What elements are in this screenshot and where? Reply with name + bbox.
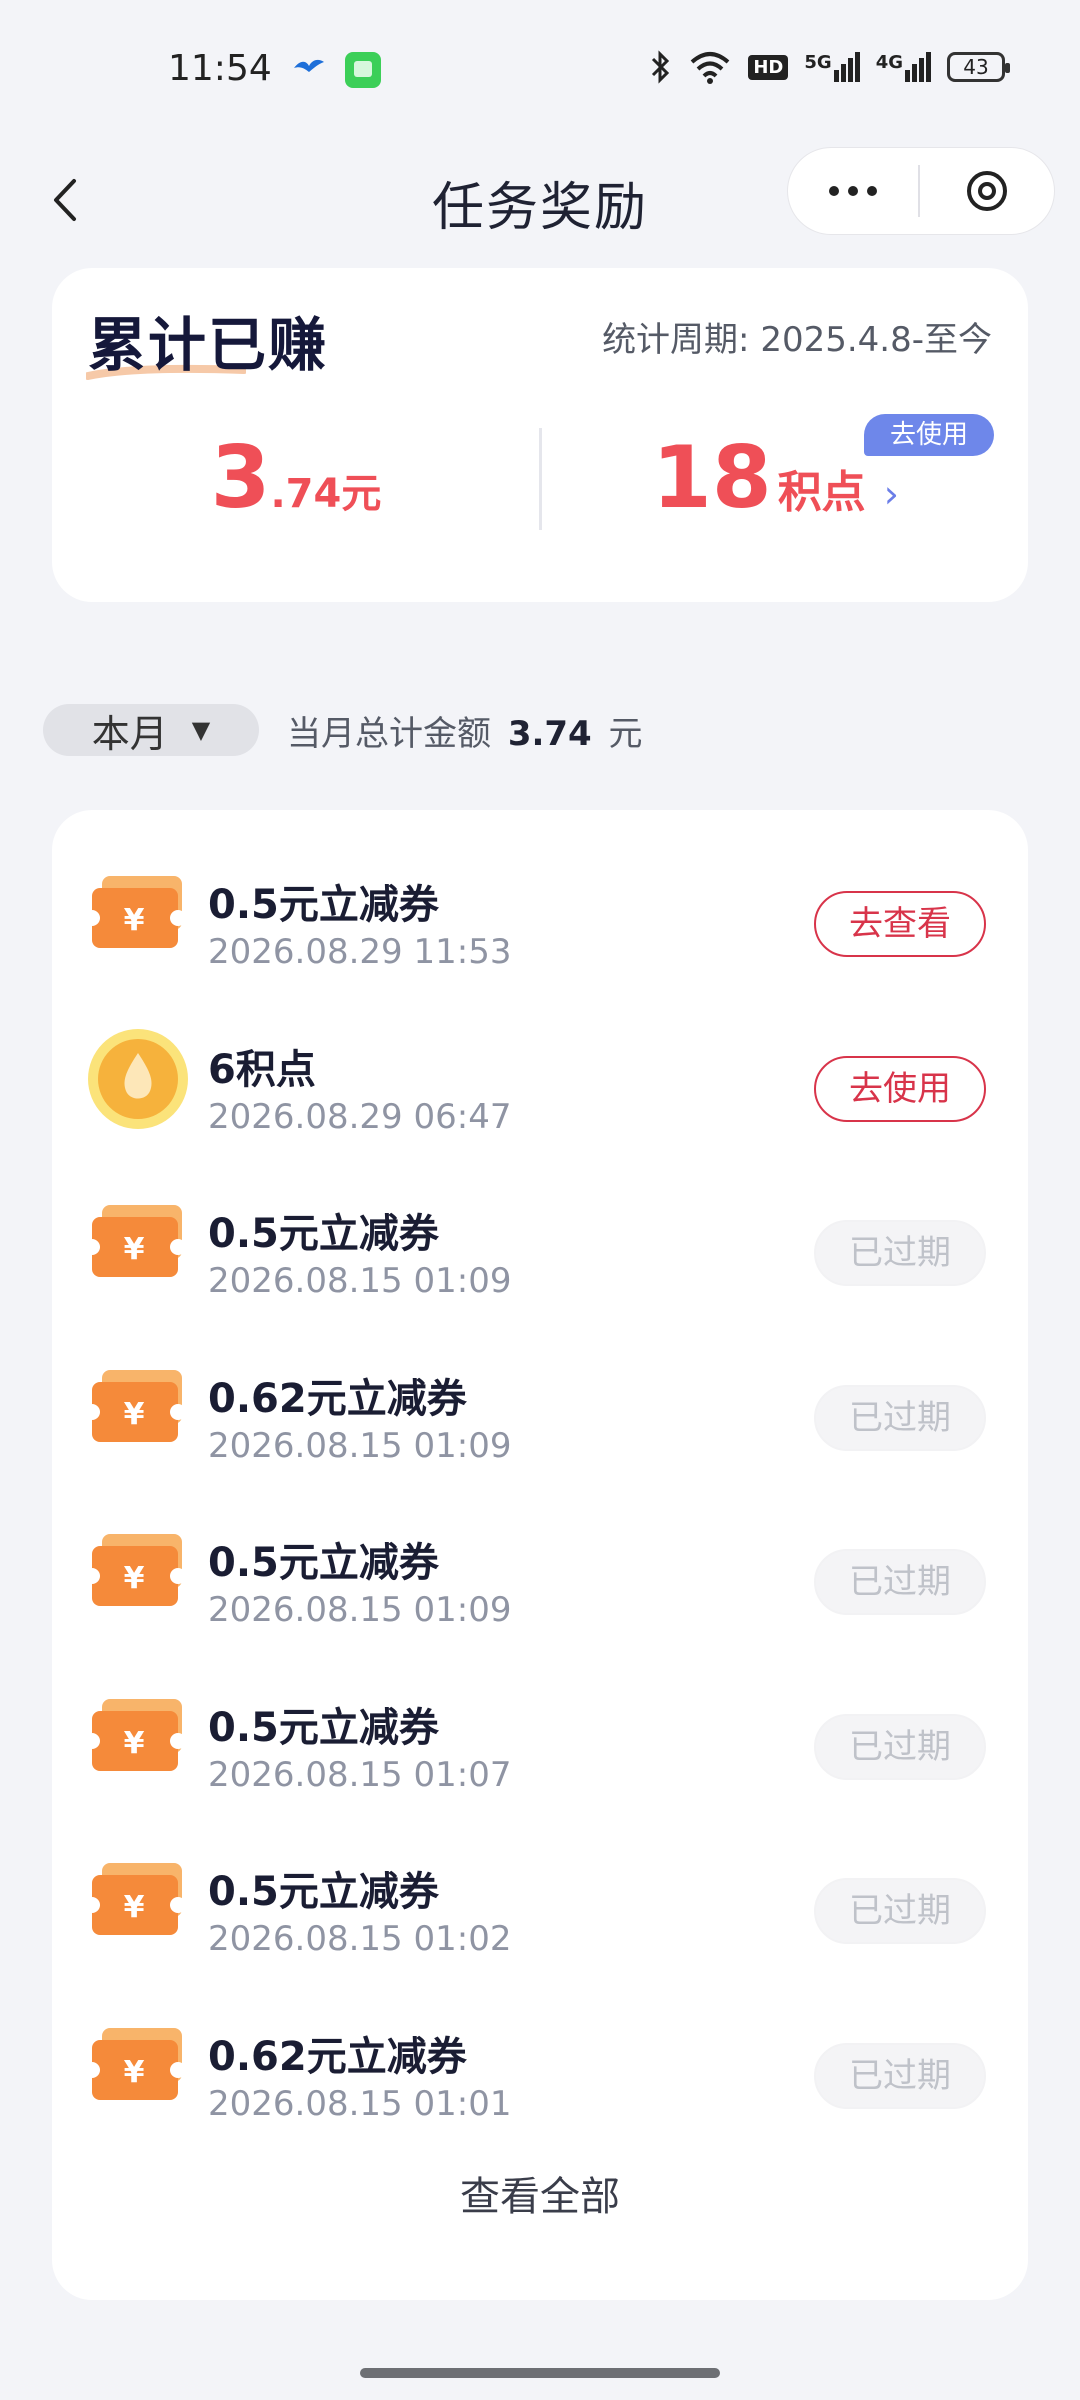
earned-points[interactable]: 18 积点 › — [652, 428, 899, 528]
svg-text:¥: ¥ — [124, 1397, 145, 1432]
svg-text:¥: ¥ — [124, 1726, 145, 1761]
month-select[interactable]: 本月 ▼ — [43, 704, 259, 756]
item-time: 2026.08.15 01:09 — [208, 1425, 512, 1466]
item-title: 0.5元立减券 — [208, 1540, 439, 1586]
signal-5g-icon: 5G — [804, 52, 860, 82]
item-expired-badge: 已过期 — [814, 1878, 986, 1944]
use-points-badge[interactable]: 去使用 — [863, 414, 994, 456]
list-item: ¥0.62元立减券 2026.08.15 01:09 已过期 — [52, 1326, 1028, 1490]
signal-4g-icon: 4G — [876, 52, 931, 82]
caret-down-icon: ▼ — [191, 716, 211, 744]
list-item: ¥0.5元立减券 2026.08.29 11:53 去查看 — [52, 832, 1028, 996]
item-expired-badge: 已过期 — [814, 1549, 986, 1615]
coupon-icon: ¥ — [84, 1695, 190, 1779]
month-total-value: 3.74 — [507, 713, 592, 754]
coupon-icon: ¥ — [84, 1201, 190, 1285]
item-title: 0.62元立减券 — [208, 1375, 467, 1422]
points-unit: 积点 — [777, 467, 866, 518]
item-time: 2026.08.29 06:47 — [208, 1096, 512, 1137]
item-time: 2026.08.15 01:02 — [208, 1919, 512, 1959]
list-item: ¥0.5元立减券 2026.08.15 01:09 已过期 — [52, 1161, 1028, 1325]
item-action-button[interactable]: 去查看 — [814, 891, 986, 957]
money-integer: 3 — [210, 428, 271, 528]
item-title: 0.5元立减券 — [208, 1704, 439, 1751]
svg-text:¥: ¥ — [124, 1232, 145, 1267]
month-select-label: 本月 — [91, 711, 168, 756]
item-action-button[interactable]: 去使用 — [814, 1055, 986, 1122]
money-decimal: .74元 — [270, 471, 382, 517]
points-coin-icon — [86, 1028, 190, 1129]
close-icon[interactable] — [920, 147, 1054, 235]
wifi-icon — [691, 52, 730, 84]
bird-app-icon — [294, 59, 324, 72]
item-expired-badge: 已过期 — [814, 2042, 986, 2109]
status-bar: 11:54 HD 5G 4G 43 — [0, 0, 1080, 135]
month-total: 当月总计金额 3.74 元 — [287, 713, 643, 754]
coupon-icon: ¥ — [84, 1859, 190, 1943]
item-expired-badge: 已过期 — [814, 1220, 986, 1286]
bluetooth-icon — [652, 50, 670, 84]
view-all-button[interactable]: 查看全部 — [52, 2164, 1028, 2222]
coupon-icon: ¥ — [84, 1530, 190, 1614]
earnings-summary-card: 累计已赚 统计周期: 2025.4.8-至今 3.74元 18 积点 › 去使用 — [52, 268, 1028, 602]
item-time: 2026.08.15 01:07 — [208, 1754, 512, 1795]
svg-text:¥: ¥ — [124, 1561, 145, 1596]
svg-text:¥: ¥ — [124, 903, 145, 938]
item-title: 0.5元立减券 — [208, 1211, 439, 1257]
battery-icon: 43 — [947, 52, 1010, 82]
coupon-icon: ¥ — [84, 1366, 190, 1450]
item-expired-badge: 已过期 — [814, 1713, 986, 1780]
stat-period: 统计周期: 2025.4.8-至今 — [602, 320, 992, 360]
message-app-icon — [345, 52, 381, 88]
page-header: 任务奖励 — [0, 135, 1080, 265]
coupon-icon: ¥ — [84, 2024, 190, 2108]
svg-text:¥: ¥ — [124, 2055, 145, 2090]
list-item: ¥0.5元立减券 2026.08.15 01:07 已过期 — [52, 1655, 1028, 1819]
mini-program-capsule — [787, 147, 1055, 235]
summary-title: 累计已赚 — [88, 311, 329, 379]
item-expired-badge: 已过期 — [814, 1384, 986, 1451]
list-item: ¥0.62元立减券 2026.08.15 01:01 已过期 — [52, 1984, 1028, 2148]
item-title: 0.5元立减券 — [208, 1869, 439, 1915]
item-time: 2026.08.15 01:09 — [208, 1261, 512, 1301]
coupon-icon: ¥ — [84, 872, 190, 956]
item-title: 0.5元立减券 — [208, 882, 439, 928]
chevron-right-icon: › — [883, 472, 899, 516]
item-title: 6积点 — [208, 1046, 316, 1093]
status-time: 11:54 — [168, 48, 272, 89]
summary-divider — [539, 428, 542, 530]
reward-list-card: ¥0.5元立减券 2026.08.29 11:53 去查看 6积点 2026.08.29… — [52, 810, 1028, 2300]
points-number: 18 — [652, 428, 772, 528]
list-item: ¥0.5元立减券 2026.08.15 01:02 已过期 — [52, 1819, 1028, 1983]
earned-money: 3.74元 — [52, 428, 540, 528]
more-icon[interactable] — [788, 147, 918, 235]
list-item: ¥0.5元立减券 2026.08.15 01:09 已过期 — [52, 1490, 1028, 1654]
svg-text:¥: ¥ — [124, 1890, 145, 1925]
status-right: HD 5G 4G 43 — [650, 50, 1010, 84]
month-filter-row: 本月 ▼ 当月总计金额 3.74 元 — [43, 704, 643, 756]
home-indicator — [360, 2368, 720, 2378]
list-item: 6积点 2026.08.29 06:47 去使用 — [52, 997, 1028, 1161]
item-time: 2026.08.29 11:53 — [208, 932, 512, 972]
item-title: 0.62元立减券 — [208, 2033, 467, 2080]
item-time: 2026.08.15 01:09 — [208, 1590, 512, 1630]
item-time: 2026.08.15 01:01 — [208, 2083, 512, 2124]
hd-icon: HD — [748, 54, 789, 80]
